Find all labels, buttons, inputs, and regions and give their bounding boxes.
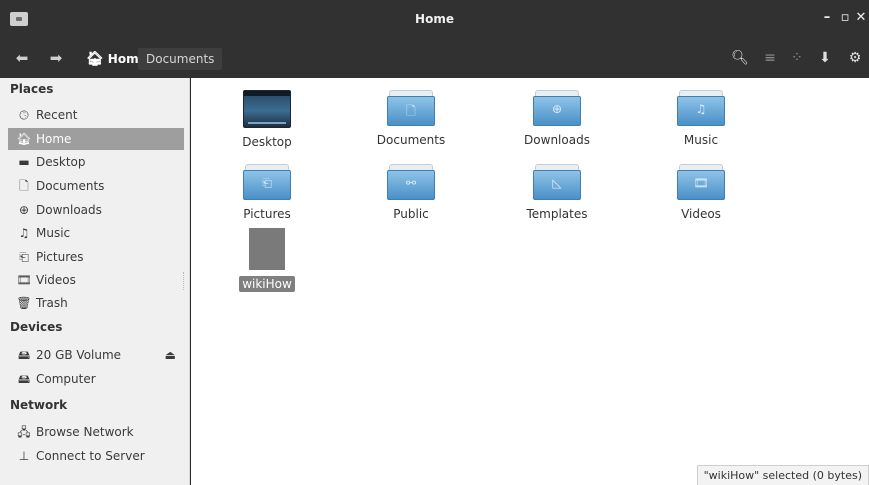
sidebar-item-label: Videos <box>36 273 76 287</box>
toolbar: ⬅ ➡ 🏠︎ Home Documents 🔍︎ ≡ ⁘ ⬇ ⚙ <box>0 38 869 78</box>
file-item-label: wikiHow <box>239 276 295 292</box>
list-view-button[interactable]: ≡ <box>760 48 780 68</box>
close-button[interactable]: ✕ <box>852 9 869 27</box>
trash-icon: 🗑︎ <box>16 296 32 310</box>
file-item-label: Pictures <box>243 207 291 221</box>
desktop-folder-icon <box>243 90 291 128</box>
file-item-documents[interactable]: 🗋 Documents <box>356 90 466 148</box>
sidebar-item-label: Documents <box>36 179 105 193</box>
file-item-label: Templates <box>526 207 588 221</box>
back-button[interactable]: ⬅ <box>12 48 32 68</box>
sidebar-item-videos[interactable]: 🎞︎ Videos <box>8 269 184 291</box>
file-item-label: Videos <box>681 207 721 221</box>
home-icon: 🏠︎ <box>86 51 104 67</box>
public-folder-icon: ⚯ <box>387 164 435 200</box>
sidebar-item-label: 20 GB Volume <box>36 348 122 362</box>
clock-icon: 🕓︎ <box>19 108 29 122</box>
status-bar: "wikiHow" selected (0 bytes) <box>696 465 869 485</box>
file-view[interactable]: Desktop 🗋 Documents ⊕ Downloads ♫ Music … <box>191 78 869 485</box>
file-item-templates[interactable]: ◺ Templates <box>502 164 612 222</box>
sidebar-resize-handle[interactable] <box>183 272 185 290</box>
sidebar-item-label: Computer <box>36 372 96 386</box>
videos-folder-icon: 🎞︎ <box>677 164 725 200</box>
arrow-right-icon: ➡ <box>49 49 63 67</box>
window-title: Home <box>415 12 454 26</box>
search-icon: 🔍︎ <box>731 50 749 66</box>
server-icon: ⊥ <box>18 449 30 463</box>
forward-button[interactable]: ➡ <box>46 48 66 68</box>
sidebar-item-label: Desktop <box>36 155 86 169</box>
list-view-icon: ≡ <box>764 50 776 66</box>
sidebar-item-label: Connect to Server <box>36 449 145 463</box>
music-folder-icon: ♫ <box>677 90 725 126</box>
file-item-label: Public <box>393 207 429 221</box>
document-icon: 🗋 <box>19 179 29 193</box>
music-icon: ♫ <box>18 226 30 240</box>
file-item-music[interactable]: ♫ Music <box>646 90 756 148</box>
sidebar-item-label: Music <box>36 226 71 240</box>
pictures-folder-icon: ⎗ <box>243 164 291 200</box>
file-item-label: Music <box>683 133 719 147</box>
file-item-public[interactable]: ⚯ Public <box>356 164 466 222</box>
sidebar-item-computer[interactable]: 🖴︎ Computer <box>8 368 184 390</box>
desktop-icon: ▬ <box>18 155 30 169</box>
gear-icon: ⚙ <box>848 50 862 66</box>
search-button[interactable]: 🔍︎ <box>730 48 750 68</box>
video-icon: 🎞︎ <box>16 273 32 287</box>
sidebar-item-20gb-volume[interactable]: 🖴︎ 20 GB Volume ⏏ <box>8 344 184 366</box>
sidebar-item-pictures[interactable]: ⎗ Pictures <box>8 246 184 268</box>
section-title-places: Places <box>10 82 54 96</box>
file-item-label: Documents <box>376 133 446 147</box>
sidebar-item-browse-network[interactable]: 🖧︎ Browse Network <box>8 421 184 443</box>
sidebar-item-recent[interactable]: 🕓︎ Recent <box>8 104 184 126</box>
sidebar-item-desktop[interactable]: ▬ Desktop <box>8 151 184 173</box>
network-icon: 🖧︎ <box>17 425 31 439</box>
file-item-desktop[interactable]: Desktop <box>212 90 322 150</box>
grid-view-button[interactable]: ⁘ <box>787 48 807 68</box>
sidebar: Places 🕓︎ Recent 🏠︎ Home ▬ Desktop 🗋 Documen… <box>0 78 190 485</box>
sidebar-item-label: Trash <box>36 296 68 310</box>
file-item-videos[interactable]: 🎞︎ Videos <box>646 164 756 222</box>
section-title-devices: Devices <box>10 320 63 334</box>
file-item-label: Downloads <box>524 133 590 147</box>
section-title-network: Network <box>10 398 68 412</box>
eject-icon[interactable]: ⏏ <box>165 344 176 366</box>
file-item-label: Desktop <box>242 135 292 149</box>
file-item-pictures[interactable]: ⎗ Pictures <box>212 164 322 222</box>
breadcrumb-documents[interactable]: Documents <box>138 48 223 70</box>
file-icon <box>249 228 285 270</box>
sidebar-item-label: Pictures <box>36 250 84 264</box>
drive-icon: 🖴︎ <box>17 348 31 362</box>
sidebar-item-label: Home <box>36 132 72 146</box>
grid-view-icon: ⁘ <box>791 50 803 66</box>
sidebar-item-trash[interactable]: 🗑︎ Trash <box>8 292 184 314</box>
sidebar-item-documents[interactable]: 🗋 Documents <box>8 175 184 197</box>
title-bar: Home – ▫ ✕ <box>0 0 869 38</box>
sidebar-item-label: Browse Network <box>36 425 134 439</box>
minimize-button[interactable]: – <box>818 9 836 27</box>
templates-folder-icon: ◺ <box>533 164 581 200</box>
sidebar-item-music[interactable]: ♫ Music <box>8 222 184 244</box>
sidebar-item-label: Recent <box>36 108 78 122</box>
drive-icon: 🖴︎ <box>17 372 31 386</box>
home-icon: 🏠︎ <box>16 132 32 146</box>
downloads-folder-icon: ⊕ <box>533 90 581 126</box>
download-icon: ⊕ <box>18 203 30 217</box>
sidebar-item-downloads[interactable]: ⊕ Downloads <box>8 199 184 221</box>
pictures-icon: ⎗ <box>19 250 29 264</box>
sidebar-item-label: Downloads <box>36 203 102 217</box>
file-item-wikihow[interactable]: wikiHow <box>212 228 322 292</box>
sort-button[interactable]: ⬇ <box>815 48 835 68</box>
download-arrow-icon: ⬇ <box>819 50 831 66</box>
sidebar-item-connect-to-server[interactable]: ⊥ Connect to Server <box>8 445 184 467</box>
documents-folder-icon: 🗋 <box>387 90 435 126</box>
sidebar-item-home[interactable]: 🏠︎ Home <box>8 128 184 150</box>
settings-button[interactable]: ⚙ <box>845 48 865 68</box>
arrow-left-icon: ⬅ <box>15 49 29 67</box>
breadcrumb-documents-label: Documents <box>146 52 215 66</box>
file-item-downloads[interactable]: ⊕ Downloads <box>502 90 612 148</box>
